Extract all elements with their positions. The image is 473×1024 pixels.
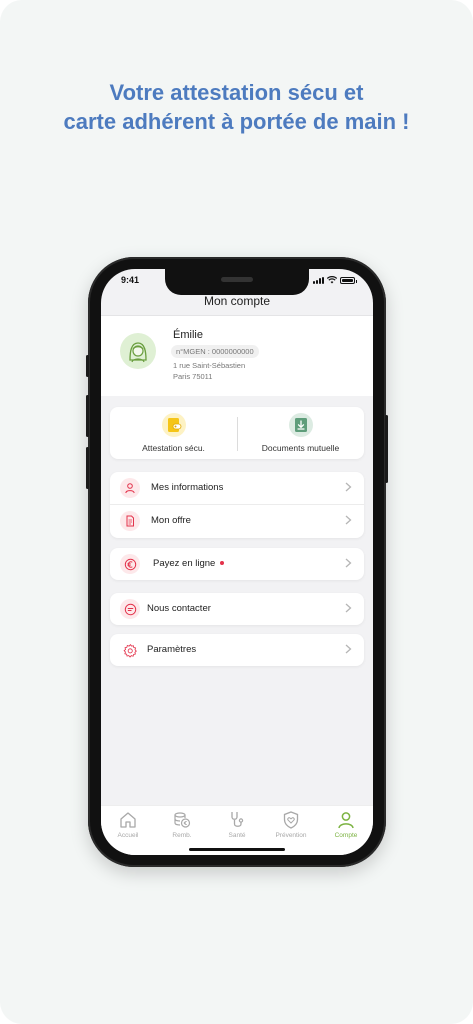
tab-remb[interactable]: Remb. xyxy=(155,810,209,839)
menu-item-label: Nous contacter xyxy=(147,603,211,614)
member-number-badge: n°MGEN : 0000000000 xyxy=(171,345,259,358)
profile-name: Émilie xyxy=(173,329,203,341)
shortcut-label: Attestation sécu. xyxy=(142,443,205,453)
document-icon xyxy=(120,511,140,531)
tab-label: Santé xyxy=(228,832,246,839)
woman-avatar-icon xyxy=(129,342,147,363)
home-indicator[interactable] xyxy=(189,848,285,851)
headline: Votre attestation sécu et carte adhérent… xyxy=(0,78,473,136)
notch xyxy=(165,269,309,295)
menu-item-label: Payez en ligne xyxy=(153,558,225,569)
mute-switch xyxy=(86,355,89,377)
menu-group-contact: Nous contacter xyxy=(110,593,364,625)
power-button xyxy=(385,415,388,483)
download-icon xyxy=(288,413,313,437)
home-icon xyxy=(120,812,136,828)
headline-line-2: carte adhérent à portée de main ! xyxy=(63,109,410,134)
menu-item-label: Paramètres xyxy=(147,644,197,655)
tab-label: Accueil xyxy=(117,832,139,839)
account-icon xyxy=(338,812,354,829)
tab-label: Prévention xyxy=(275,832,307,839)
status-time: 9:41 xyxy=(121,275,140,285)
menu-item-mes-informations[interactable]: Mes informations xyxy=(110,472,364,504)
menu-item-label: Mes informations xyxy=(151,482,224,493)
chevron-right-icon xyxy=(345,603,352,613)
status-icons xyxy=(313,276,357,284)
chevron-right-icon xyxy=(345,482,352,492)
phone-frame: 9:41 Mon compte Émilie n°MGEN: 00000000… xyxy=(86,257,388,867)
menu-item-parametres[interactable]: Paramètres xyxy=(110,634,364,666)
tab-label: Compte xyxy=(334,832,358,839)
menu-item-payez-en-ligne[interactable]: Payez en ligne xyxy=(110,548,364,580)
attestation-secu-button[interactable]: Attestation sécu. xyxy=(110,407,237,459)
stethoscope-icon xyxy=(231,812,244,827)
volume-down-button xyxy=(86,447,89,489)
speaker xyxy=(221,277,253,282)
tab-compte[interactable]: Compte xyxy=(319,810,373,839)
shortcuts-card: Attestation sécu. Documents mutuelle xyxy=(110,407,364,459)
page-title: Mon compte xyxy=(203,294,271,308)
euro-icon xyxy=(120,554,140,574)
profile-address: 1 rue Saint-Sébastien Paris 75011 xyxy=(173,360,245,382)
signal-icon xyxy=(313,276,324,284)
notification-dot xyxy=(220,561,225,565)
payez-label: Payez en ligne xyxy=(153,558,216,569)
battery-icon xyxy=(340,276,357,284)
menu-group-payment: Payez en ligne xyxy=(110,548,364,580)
menu-item-mon-offre[interactable]: Mon offre xyxy=(110,504,364,536)
chevron-right-icon xyxy=(345,558,352,568)
gear-icon xyxy=(120,640,140,660)
id-card-icon xyxy=(161,413,186,437)
coins-icon xyxy=(174,812,191,828)
shield-heart-icon xyxy=(283,811,299,829)
tab-label: Remb. xyxy=(172,832,192,839)
chat-icon xyxy=(120,599,140,619)
avatar xyxy=(120,333,156,369)
wifi-icon xyxy=(327,276,337,284)
chevron-right-icon xyxy=(345,644,352,654)
shortcut-label: Documents mutuelle xyxy=(261,443,340,453)
documents-mutuelle-button[interactable]: Documents mutuelle xyxy=(237,407,364,459)
address-line-2: Paris 75011 xyxy=(173,372,213,381)
tab-sante[interactable]: Santé xyxy=(210,810,264,839)
menu-item-label: Mon offre xyxy=(151,515,191,526)
address-line-1: 1 rue Saint-Sébastien xyxy=(173,361,246,370)
menu-item-nous-contacter[interactable]: Nous contacter xyxy=(110,593,364,625)
tab-accueil[interactable]: Accueil xyxy=(101,810,155,839)
volume-up-button xyxy=(86,395,89,437)
profile-card[interactable]: Émilie n°MGEN : 0000000000 1 rue Saint-S… xyxy=(101,316,373,396)
headline-line-1: Votre attestation sécu et xyxy=(109,80,364,105)
user-icon xyxy=(120,478,140,498)
tab-prevention[interactable]: Prévention xyxy=(264,810,318,839)
chevron-right-icon xyxy=(345,515,352,525)
phone-screen: 9:41 Mon compte Émilie n°MGEN: 00000000… xyxy=(101,269,373,855)
menu-group-settings: Paramètres xyxy=(110,634,364,666)
menu-group-account: Mes informations Mon offre xyxy=(110,472,364,538)
